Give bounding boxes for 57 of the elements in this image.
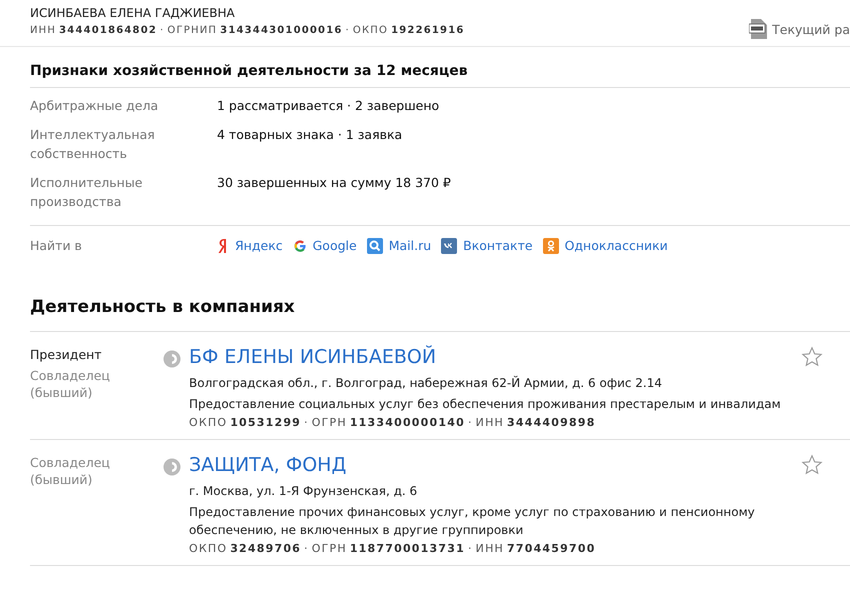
search-link[interactable]: Mail.ru	[366, 236, 432, 255]
search-link[interactable]: Одноклассники	[542, 236, 668, 255]
row-value: 4 товарных знака · 1 заявка	[217, 126, 402, 144]
company-link[interactable]: ЗАЩИТА, ФОНД	[189, 454, 346, 476]
code-label: ОГРНИП	[167, 25, 218, 36]
separator-dot: ·	[304, 542, 309, 555]
ya-logo-icon	[217, 238, 229, 254]
company-address: Волгоградская обл., г. Волгоград, набережная 62-Й Армии, д. 6 офис 2.14	[188, 374, 664, 392]
ok-logo-icon	[542, 238, 559, 254]
company-link[interactable]: БФ ЕЛЕНЫ ИСИНБАЕВОЙ	[189, 346, 436, 368]
code-label: ОКПО	[189, 542, 228, 555]
company-activity: Предоставление социальных услуг без обеспечения проживания престарелым и инвалидам	[188, 396, 782, 413]
role-label: Совладелец (бывший)	[30, 367, 111, 401]
company-address: г. Москва, ул. 1-Я Фрунзенская, д. 6	[188, 483, 418, 500]
vk-logo-icon	[441, 238, 458, 254]
row-value: 1 рассматривается · 2 завершено	[217, 97, 440, 115]
separator-dot: ·	[346, 25, 350, 36]
search-link[interactable]: Вконтакте	[441, 236, 533, 255]
row-label: Исполнительные производства	[30, 174, 144, 211]
row-label: Арбитражные дела	[30, 97, 160, 115]
code-value: 7704459700	[507, 542, 596, 555]
code-label: ИНН	[476, 542, 504, 555]
separator-dot: ·	[468, 416, 473, 429]
doc-link[interactable]: Текущий ра	[749, 12, 850, 46]
find-label: Найти в	[30, 237, 83, 255]
row-label: Интеллектуальная собственность	[30, 126, 156, 163]
role-label: Президент	[30, 346, 103, 363]
code-value: 192261916	[391, 25, 465, 36]
code-value: 314344301000016	[220, 25, 343, 36]
status-circle-icon	[163, 350, 181, 368]
role-label: Совладелец (бывший)	[30, 454, 111, 488]
separator-dot: ·	[304, 416, 309, 429]
code-label: ОКПО	[352, 25, 388, 36]
code-label: ОГРН	[312, 542, 347, 555]
doc-file-icon	[749, 19, 768, 39]
status-circle-icon	[163, 458, 181, 476]
company-activity: Предоставление прочих финансовых услуг, кроме услуг по страхованию и пенсионному обеспечению, не включенных в другие группировки	[188, 504, 756, 539]
code-value: 10531299	[230, 416, 302, 429]
code-value: 3444409898	[507, 416, 596, 429]
g-logo-icon	[292, 238, 307, 252]
separator-dot: ·	[468, 542, 473, 555]
code-label: ИНН	[30, 25, 56, 36]
row-value: 30 завершенных на сумму 18 370 ₽	[217, 174, 451, 192]
code-label: ИНН	[476, 416, 504, 429]
magnifier-icon	[366, 238, 383, 254]
separator-dot: ·	[160, 25, 164, 36]
section-title: Признаки хозяйственной деятельности за 12 месяцев	[30, 47, 850, 88]
code-value: 344401864802	[59, 25, 158, 36]
code-label: ОГРН	[312, 416, 347, 429]
code-value: 1133400000140	[350, 416, 465, 429]
code-value: 32489706	[230, 542, 302, 555]
code-value: 1187700013731	[350, 542, 465, 555]
code-label: ОКПО	[189, 416, 228, 429]
search-link[interactable]: Google	[292, 236, 357, 255]
search-link[interactable]: Яндекс	[217, 236, 283, 255]
section-title: Деятельность в компаниях	[30, 296, 296, 319]
person-name: ИСИНБАЕВА ЕЛЕНА ГАДЖИЕВНА	[30, 6, 236, 20]
